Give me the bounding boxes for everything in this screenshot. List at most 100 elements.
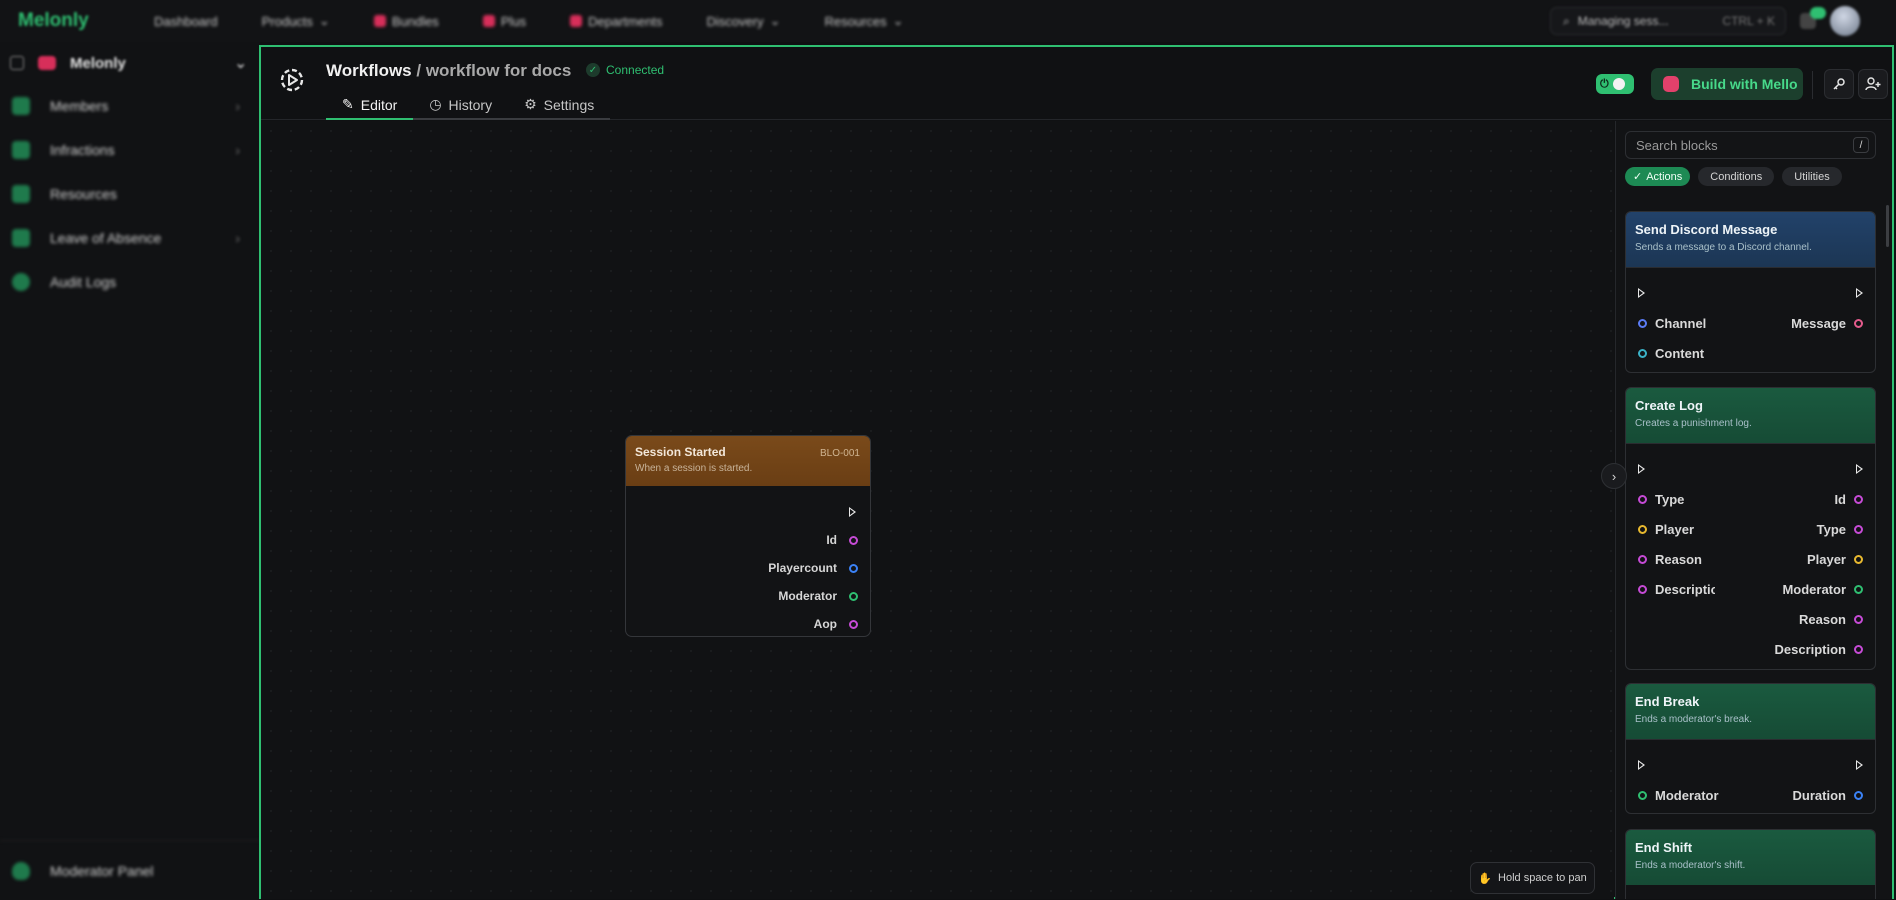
nav-discovery[interactable]: Discovery ⌄ — [707, 13, 781, 29]
output-label: Moderator — [1782, 581, 1846, 597]
pencil-icon: ✎ — [342, 96, 354, 112]
output-handle[interactable] — [849, 591, 858, 601]
search-placeholder: Search blocks — [1636, 137, 1718, 153]
block-title: End Shift — [1635, 840, 1693, 855]
nav-departments[interactable]: Departments — [570, 14, 663, 29]
block-card-header: Send Discord Message Sends a message to … — [1626, 212, 1875, 267]
block-card-end-shift[interactable]: End Shift Ends a moderator's shift. — [1625, 829, 1876, 899]
chevron-right-icon: › — [235, 98, 240, 114]
chevron-right-icon: › — [235, 142, 240, 158]
chip-utilities[interactable]: Utilities — [1782, 167, 1842, 186]
search-shortcut: CTRL + K — [1722, 14, 1775, 28]
block-flow-row — [1638, 750, 1863, 780]
block-card-body: Channel Message Content — [1626, 267, 1875, 372]
block-title: Send Discord Message — [1635, 222, 1778, 237]
hand-icon: ✋ — [1478, 872, 1493, 885]
search-icon: ⌕ — [1563, 13, 1570, 28]
add-user-button[interactable] — [1858, 69, 1888, 99]
block-card-create-log[interactable]: Create Log Creates a punishment log. Typ… — [1625, 387, 1876, 670]
user-avatar[interactable] — [1830, 6, 1860, 36]
output-label: Aop — [813, 617, 837, 631]
node-header: Session Started When a session is starte… — [626, 436, 870, 486]
output-handle — [1854, 524, 1863, 534]
page-title: Workflows / workflow for docs — [326, 61, 571, 81]
global-search[interactable]: ⌕ Managing sess... CTRL + K — [1550, 7, 1786, 35]
sidebar-item-label: Resources — [50, 186, 117, 202]
pan-hint-label: Hold space to pan — [1498, 872, 1587, 884]
nav-resources[interactable]: Resources ⌄ — [825, 13, 904, 29]
bundles-icon — [373, 15, 386, 27]
nav-plus[interactable]: Plus — [482, 14, 526, 29]
chevron-down-icon: ⌄ — [234, 55, 248, 72]
nav-label: Resources — [824, 13, 887, 29]
server-name: Melonly — [70, 54, 126, 72]
sidebar-item-infractions[interactable]: Infractions › — [0, 128, 260, 172]
title-root[interactable]: Workflows — [326, 61, 412, 80]
block-card-body: Moderator Duration — [1626, 739, 1875, 813]
key-button[interactable] — [1824, 69, 1854, 99]
block-port-row: Description Moderator — [1638, 574, 1863, 604]
chevron-right-icon: › — [1611, 468, 1617, 484]
tab-label: History — [448, 96, 493, 113]
output-label: Playercount — [768, 561, 837, 575]
server-switcher[interactable]: Melonly ⌄ — [0, 42, 260, 84]
notification-bell-icon[interactable] — [1800, 7, 1826, 29]
block-port-row: Type Id — [1638, 484, 1863, 514]
tab-history[interactable]: ◷ History — [413, 91, 509, 120]
block-flow-row — [1638, 454, 1863, 484]
sidebar-toggle-icon[interactable] — [10, 56, 24, 70]
chip-conditions[interactable]: Conditions — [1698, 167, 1775, 186]
workflow-tabs: ✎ Editor ◷ History ⚙ Settings — [326, 91, 611, 120]
sidebar-item-members[interactable]: Members › — [0, 84, 260, 128]
node-id: BLO-001 — [819, 448, 860, 459]
flow-output-handle[interactable] — [849, 507, 856, 517]
block-card-send-discord-message[interactable]: Send Discord Message Sends a message to … — [1625, 211, 1876, 373]
brand-logo[interactable]: Melonly — [18, 10, 122, 32]
block-port-row: Reason — [1638, 604, 1863, 634]
user-plus-icon — [1865, 77, 1881, 91]
panel-scrollbar[interactable] — [1886, 205, 1889, 247]
history-icon: ◷ — [429, 96, 442, 112]
chip-label: Utilities — [1794, 170, 1830, 183]
flow-output-handle — [1856, 464, 1863, 474]
sidebar-item-audit-logs[interactable]: Audit Logs — [0, 260, 260, 304]
search-label: Managing sess... — [1577, 14, 1669, 28]
nav-dashboard[interactable]: Dashboard — [154, 14, 218, 29]
block-card-end-break[interactable]: End Break Ends a moderator's break. Mode… — [1625, 683, 1876, 814]
tab-settings[interactable]: ⚙ Settings — [508, 91, 611, 120]
workflow-enable-toggle[interactable]: ⏻ — [1596, 74, 1634, 94]
output-label: Id — [826, 533, 837, 547]
block-card-header: End Break Ends a moderator's break. — [1626, 684, 1875, 739]
collapse-panel-button[interactable]: › — [1601, 463, 1627, 489]
block-port-row: Content — [1638, 338, 1863, 368]
chip-actions[interactable]: ✓ Actions — [1625, 167, 1691, 186]
sidebar-item-resources[interactable]: Resources — [0, 172, 260, 216]
workflow-editor: Workflows / workflow for docs ✓ Connected… — [259, 45, 1894, 899]
block-port-row: Reason Player — [1638, 544, 1863, 574]
node-session-started[interactable]: Session Started When a session is starte… — [625, 435, 871, 637]
input-label: Player — [1655, 521, 1695, 537]
block-port-row: Description — [1638, 634, 1863, 664]
nav-products[interactable]: Products ⌄ — [262, 13, 330, 29]
output-handle — [1854, 494, 1863, 504]
output-handle[interactable] — [849, 563, 858, 573]
input-label: Channel — [1655, 315, 1707, 331]
input-label: Description — [1655, 581, 1715, 597]
moderator-panel-link[interactable]: Moderator Panel — [0, 840, 260, 900]
input-label: Reason — [1655, 551, 1702, 567]
workflow-gear-icon — [280, 68, 304, 92]
block-search-input[interactable]: Search blocks / — [1625, 131, 1876, 159]
output-handle[interactable] — [849, 535, 858, 545]
nav-bundles[interactable]: Bundles — [373, 14, 439, 29]
nav-label: Dashboard — [154, 13, 218, 29]
workflow-canvas[interactable]: Session Started When a session is starte… — [261, 121, 1614, 899]
block-description: Ends a moderator's shift. — [1635, 860, 1746, 871]
output-handle[interactable] — [849, 619, 858, 629]
key-icon — [1833, 78, 1845, 90]
toggle-knob — [1612, 78, 1625, 90]
sidebar-item-leave-of-absence[interactable]: Leave of Absence › — [0, 216, 260, 260]
node-description: When a session is started. — [635, 463, 753, 474]
output-handle — [1854, 554, 1863, 564]
tab-editor[interactable]: ✎ Editor — [326, 91, 414, 120]
build-with-mello-button[interactable]: Build with Mello — [1651, 68, 1803, 100]
